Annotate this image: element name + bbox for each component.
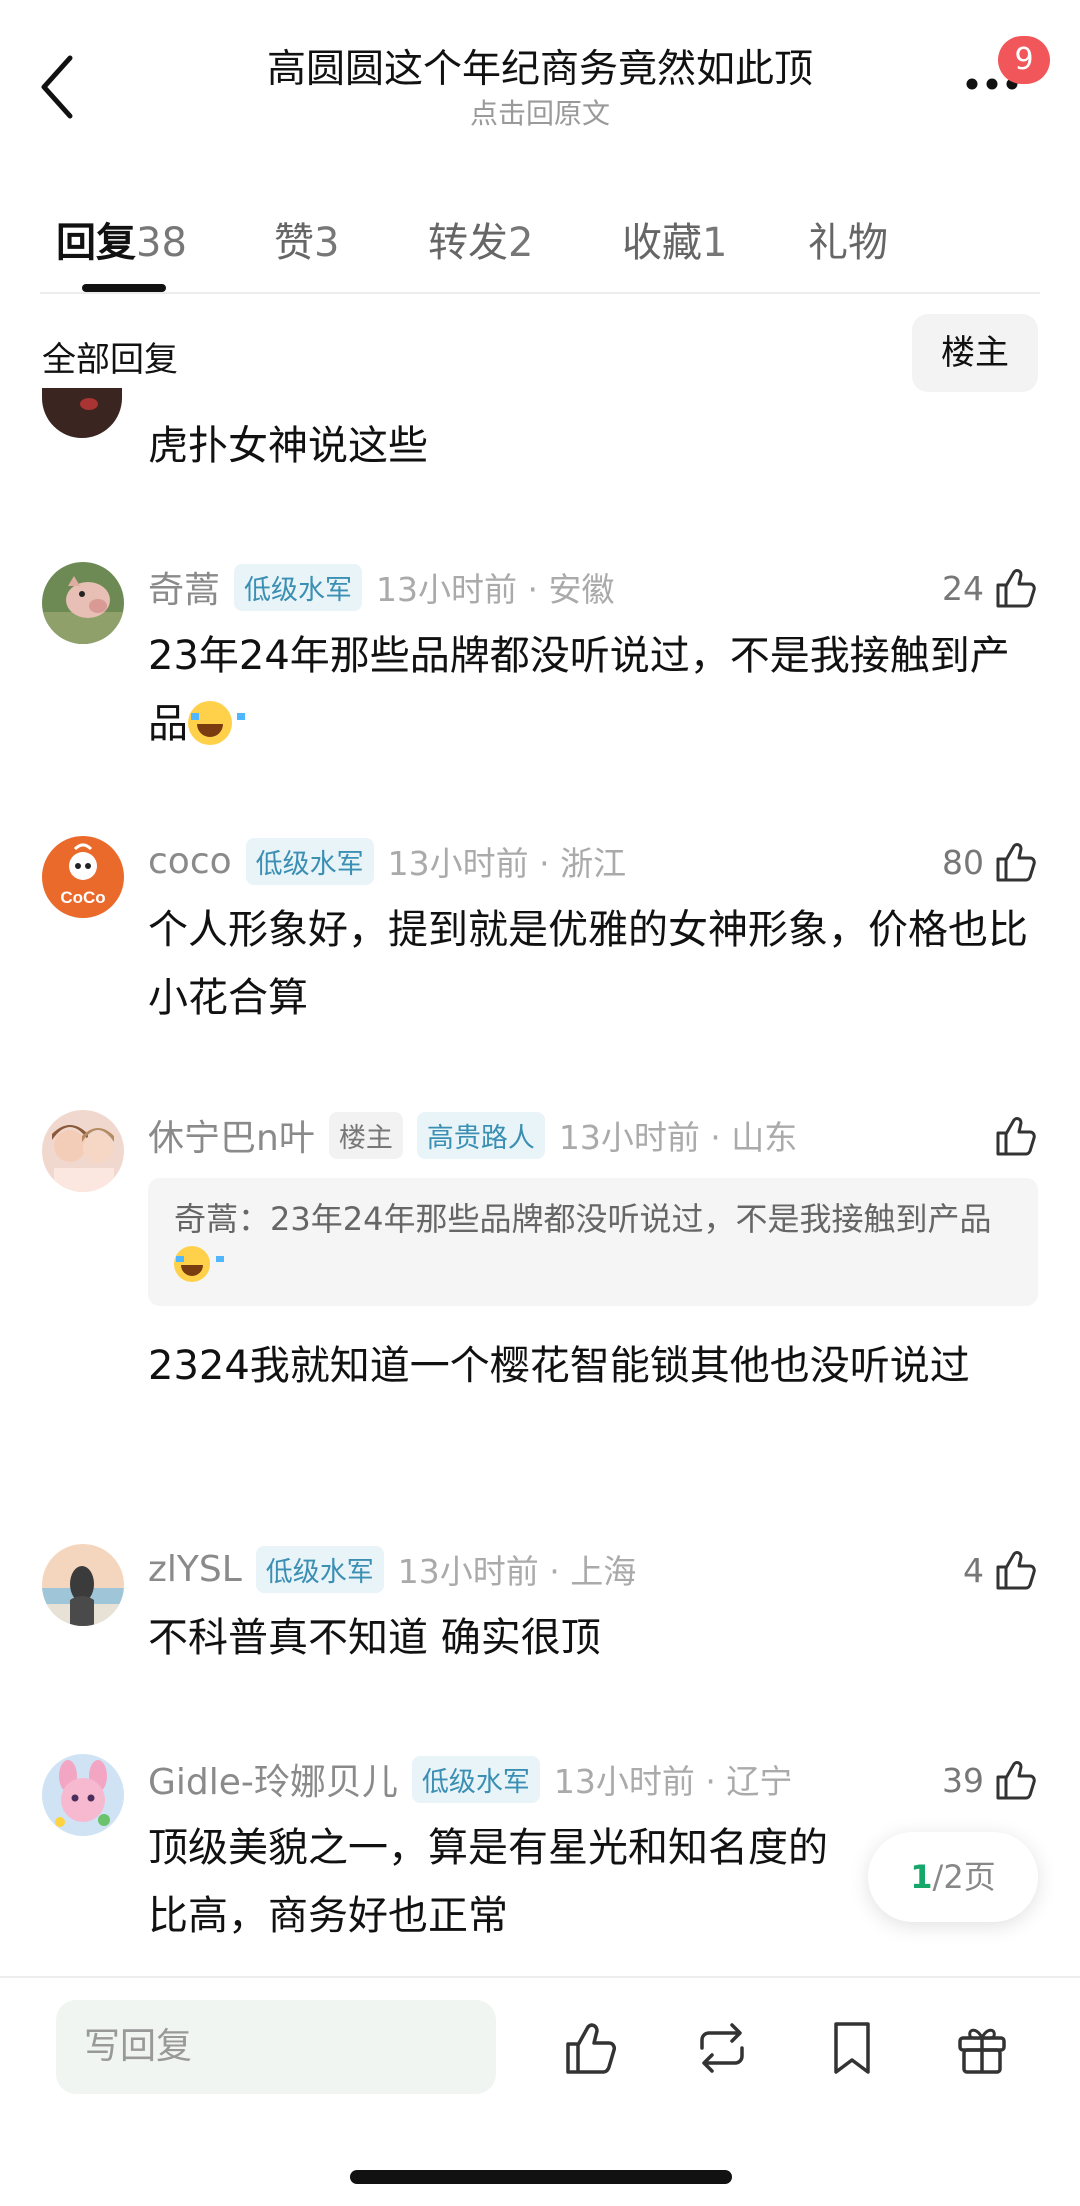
like-count: 39 — [942, 1760, 984, 1800]
thumbs-up-icon — [996, 1551, 1036, 1590]
tab-gifts[interactable]: 礼物 — [808, 210, 888, 268]
op-only-filter-button[interactable]: 楼主 — [912, 314, 1038, 392]
op-tag: 楼主 — [328, 1111, 403, 1159]
timestamp: 13小时前 · 山东 — [558, 1118, 798, 1157]
notification-badge: 9 — [998, 36, 1050, 84]
avatar[interactable] — [42, 1110, 124, 1192]
reply-input[interactable]: 写回复 — [56, 2000, 496, 2094]
comment-meta: zlYSL 低级水军 13小时前 · 上海 — [148, 1544, 636, 1594]
comment-meta: 奇蒿 低级水军 13小时前 · 安徽 — [148, 562, 614, 612]
comment-text: 2324我就知道一个樱花智能锁其他也没听说过 — [148, 1343, 970, 1389]
laugh-cry-emoji-icon — [188, 701, 246, 745]
comment-text: 个人形象好，提到就是优雅的女神形象，价格也比小花合算 — [148, 907, 1028, 1021]
home-indicator — [350, 2170, 732, 2184]
active-tab-indicator — [82, 284, 166, 292]
tab-favorites[interactable]: 收藏1 — [622, 210, 727, 268]
comment-meta: 休宁巴n叶 楼主 高贵路人 13小时前 · 山东 — [148, 1110, 797, 1160]
tab-likes[interactable]: 赞3 — [274, 210, 339, 268]
tab-bar: 回复38 赞3 转发2 收藏1 礼物 — [0, 200, 1080, 295]
like-count: 80 — [942, 842, 984, 882]
like-button[interactable] — [984, 1110, 1040, 1162]
like-count: 24 — [942, 568, 984, 608]
user-tag: 低级水军 — [234, 563, 363, 611]
post-title[interactable]: 高圆圆这个年纪商务竟然如此顶 — [0, 38, 1080, 94]
user-tag: 低级水军 — [255, 1545, 384, 1593]
avatar[interactable] — [42, 562, 124, 644]
thumbs-up-icon — [996, 1761, 1036, 1800]
divider — [40, 292, 1040, 294]
bookmark-icon[interactable] — [822, 2018, 882, 2078]
comment-meta: coco 低级水军 13小时前 · 浙江 — [148, 836, 626, 886]
page-indicator[interactable]: 1/2页 — [868, 1832, 1038, 1922]
avatar-brand-text: CoCo — [60, 888, 106, 907]
avatar[interactable] — [42, 1544, 124, 1626]
like-count: 4 — [963, 1550, 984, 1590]
user-tag: 低级水军 — [245, 837, 374, 885]
total-pages: /2页 — [932, 1858, 996, 1896]
comment-text: 虎扑女神说这些 — [148, 423, 428, 469]
comment-text: 23年24年那些品牌都没听说过，不是我接触到产品 — [148, 633, 1010, 747]
all-replies-label: 全部回复 — [42, 340, 178, 380]
laugh-cry-emoji-icon — [174, 1246, 224, 1282]
thumbs-up-icon — [996, 843, 1036, 882]
username[interactable]: zlYSL — [148, 1549, 242, 1590]
like-button[interactable]: 24 — [942, 562, 1040, 614]
tab-reposts[interactable]: 转发2 — [428, 210, 533, 268]
repost-icon[interactable] — [692, 2018, 752, 2078]
timestamp: 13小时前 · 安徽 — [376, 570, 615, 609]
like-button[interactable]: 39 — [942, 1754, 1040, 1806]
username[interactable]: 休宁巴n叶 — [148, 1109, 315, 1161]
quoted-reply[interactable]: 奇蒿：23年24年那些品牌都没听说过，不是我接触到产品 — [148, 1178, 1038, 1306]
avatar[interactable]: CoCo — [42, 836, 124, 918]
username[interactable]: 奇蒿 — [148, 561, 220, 613]
timestamp: 13小时前 · 上海 — [397, 1552, 637, 1591]
timestamp: 13小时前 · 辽宁 — [553, 1762, 793, 1801]
username[interactable]: coco — [148, 841, 232, 882]
current-page: 1 — [910, 1858, 933, 1896]
user-tag: 低级水军 — [411, 1755, 540, 1803]
user-tag: 高贵路人 — [416, 1111, 545, 1159]
avatar[interactable] — [42, 388, 122, 438]
thumbs-up-icon[interactable] — [562, 2018, 622, 2078]
thumbs-up-icon — [996, 1117, 1036, 1156]
thumbs-up-icon — [996, 569, 1036, 608]
header: 高圆圆这个年纪商务竟然如此顶 点击回原文 9 — [0, 0, 1080, 150]
comment-text: 不科普真不知道 确实很顶 — [148, 1615, 601, 1661]
tab-replies[interactable]: 回复38 — [56, 210, 187, 268]
timestamp: 13小时前 · 浙江 — [387, 844, 627, 883]
comment-meta: Gidle-玲娜贝儿 低级水军 13小时前 · 辽宁 — [148, 1754, 792, 1804]
like-button[interactable]: 4 — [963, 1544, 1040, 1596]
gift-icon[interactable] — [952, 2018, 1012, 2078]
like-button[interactable]: 80 — [942, 836, 1040, 888]
avatar[interactable] — [42, 1754, 124, 1836]
back-to-original-link[interactable]: 点击回原文 — [0, 92, 1080, 132]
username[interactable]: Gidle-玲娜贝儿 — [148, 1753, 398, 1805]
